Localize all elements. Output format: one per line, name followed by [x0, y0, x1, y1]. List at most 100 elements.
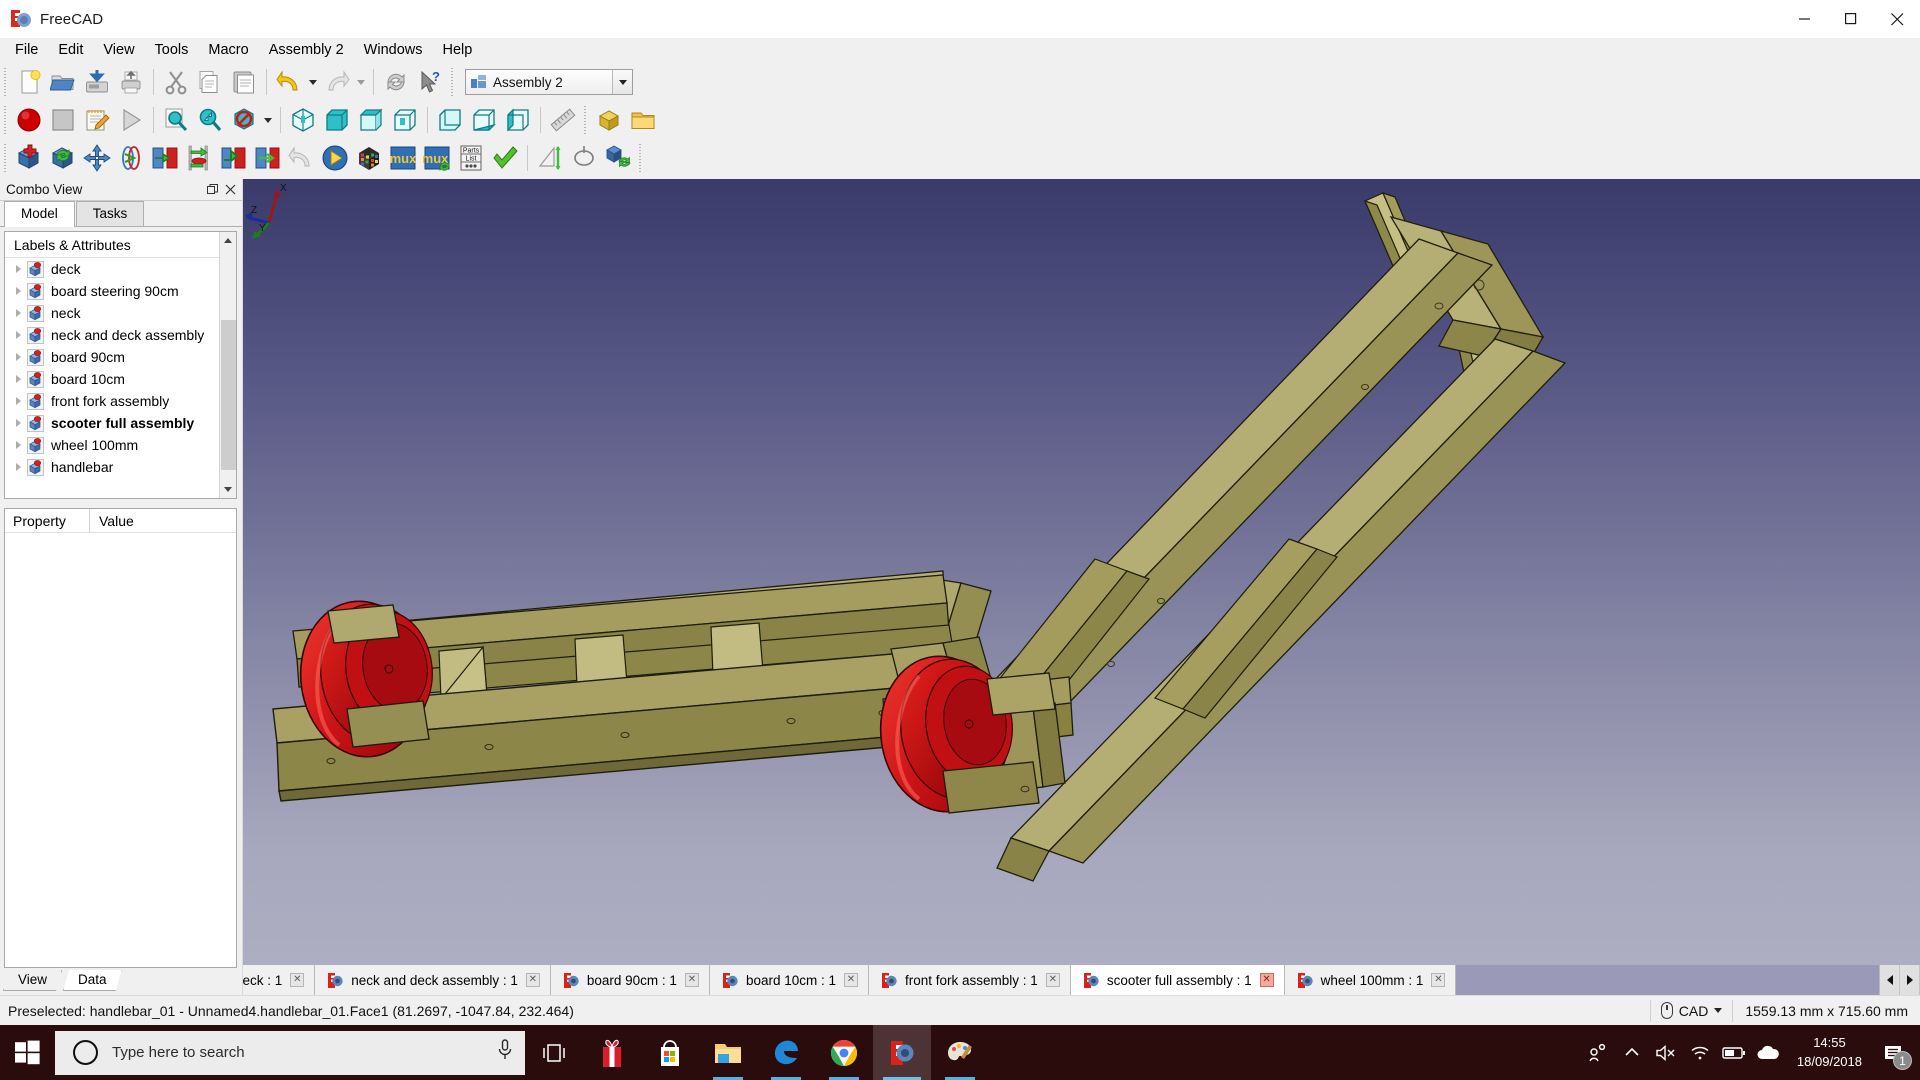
- close-button[interactable]: [1874, 0, 1920, 38]
- menu-macro[interactable]: Macro: [198, 39, 258, 62]
- clock[interactable]: 14:55 18/09/2018: [1785, 1034, 1874, 1072]
- toolbar-grip[interactable]: [2, 68, 9, 96]
- minimize-button[interactable]: [1782, 0, 1828, 38]
- tree-item[interactable]: board 10cm: [5, 368, 219, 390]
- close-panel-icon[interactable]: [221, 181, 239, 199]
- mux-assembly-icon[interactable]: mux: [386, 141, 420, 175]
- tree-item[interactable]: board 90cm: [5, 346, 219, 368]
- degrees-of-freedom-icon[interactable]: [352, 141, 386, 175]
- move-part-icon[interactable]: [80, 141, 114, 175]
- macro-edit-icon[interactable]: [80, 103, 114, 137]
- menu-edit[interactable]: Edit: [48, 39, 93, 62]
- print-document-icon[interactable]: [114, 65, 148, 99]
- top-view-icon[interactable]: [354, 103, 388, 137]
- float-panel-icon[interactable]: [203, 181, 221, 199]
- gift-box-icon[interactable]: [583, 1025, 641, 1080]
- redo-dropdown-arrow[interactable]: [354, 65, 368, 99]
- draft-snap-icon[interactable]: [567, 141, 601, 175]
- tab-scroll-right-icon[interactable]: [1900, 965, 1920, 995]
- tab-scroll-left-icon[interactable]: [1880, 965, 1900, 995]
- tree-item[interactable]: neck: [5, 302, 219, 324]
- draft-wire-icon[interactable]: [533, 141, 567, 175]
- macro-stop-icon[interactable]: [46, 103, 80, 137]
- refresh-icon[interactable]: [379, 65, 413, 99]
- copy-icon[interactable]: [193, 65, 227, 99]
- close-tab-icon[interactable]: ✕: [290, 973, 305, 987]
- tree-item[interactable]: front fork assembly: [5, 390, 219, 412]
- menu-windows[interactable]: Windows: [354, 39, 433, 62]
- draft-shape2d-icon[interactable]: [601, 141, 635, 175]
- redo-icon[interactable]: [320, 65, 354, 99]
- fit-selection-icon[interactable]: [193, 103, 227, 137]
- navigation-style-selector[interactable]: CAD: [1649, 999, 1733, 1022]
- close-tab-icon[interactable]: ✕: [1045, 973, 1060, 987]
- update-part-icon[interactable]: [46, 141, 80, 175]
- spherical-constraint-icon[interactable]: [216, 141, 250, 175]
- freecad-app-icon[interactable]: [873, 1025, 931, 1080]
- tree-item[interactable]: wheel 100mm: [5, 434, 219, 456]
- toolbar-grip[interactable]: [582, 106, 589, 134]
- tree-item[interactable]: board steering 90cm: [5, 280, 219, 302]
- tree-scroll-thumb[interactable]: [221, 320, 236, 470]
- undo-dropdown-arrow[interactable]: [306, 65, 320, 99]
- angle-constraint-icon[interactable]: [182, 141, 216, 175]
- workbench-selector[interactable]: Assembly 2: [465, 69, 633, 95]
- chrome-browser-icon[interactable]: [815, 1025, 873, 1080]
- onedrive-icon[interactable]: [1751, 1025, 1785, 1080]
- part-box-icon[interactable]: [592, 103, 626, 137]
- edge-browser-icon[interactable]: [757, 1025, 815, 1080]
- measure-icon[interactable]: [546, 103, 580, 137]
- rear-view-icon[interactable]: [433, 103, 467, 137]
- document-tab[interactable]: neck and deck assembly : 1 ✕: [315, 965, 551, 995]
- menu-tools[interactable]: Tools: [145, 39, 199, 62]
- close-tab-icon[interactable]: ✕: [684, 973, 699, 987]
- document-tab[interactable]: neck : 1 ✕: [243, 965, 316, 995]
- plane-constraint-icon[interactable]: [148, 141, 182, 175]
- macro-execute-icon[interactable]: [114, 103, 148, 137]
- import-part-icon[interactable]: [12, 141, 46, 175]
- point-identity-constraint-icon[interactable]: [250, 141, 284, 175]
- chevron-right-icon[interactable]: [9, 353, 27, 361]
- start-button[interactable]: [0, 1025, 55, 1080]
- chevron-right-icon[interactable]: [9, 287, 27, 295]
- tree-scroll-down-icon[interactable]: [219, 481, 236, 498]
- tree-scroll-up-icon[interactable]: [219, 232, 236, 249]
- tree-item[interactable]: deck: [5, 258, 219, 280]
- tab-view[interactable]: View: [3, 970, 62, 991]
- toolbar-grip[interactable]: [2, 144, 9, 172]
- mux-update-icon[interactable]: mux: [420, 141, 454, 175]
- document-tab[interactable]: wheel 100mm : 1 ✕: [1284, 965, 1457, 995]
- tree-item[interactable]: handlebar: [5, 456, 219, 478]
- menu-assembly2[interactable]: Assembly 2: [259, 39, 354, 62]
- tree-scrollbar[interactable]: [219, 232, 236, 498]
- parts-list-icon[interactable]: Parts List: [454, 141, 488, 175]
- wifi-icon[interactable]: [1683, 1025, 1717, 1080]
- search-input[interactable]: Type here to search: [55, 1030, 525, 1075]
- document-tab[interactable]: board 90cm : 1 ✕: [550, 965, 710, 995]
- paint-3d-icon[interactable]: [931, 1025, 989, 1080]
- undo-icon[interactable]: [272, 65, 306, 99]
- close-tab-icon[interactable]: ✕: [525, 973, 540, 987]
- chevron-right-icon[interactable]: [9, 441, 27, 449]
- chevron-right-icon[interactable]: [9, 375, 27, 383]
- workbench-dropdown-arrow[interactable]: [612, 70, 632, 94]
- file-explorer-icon[interactable]: [699, 1025, 757, 1080]
- tab-data[interactable]: Data: [63, 970, 122, 991]
- open-document-icon[interactable]: [46, 65, 80, 99]
- document-tab[interactable]: front fork assembly : 1 ✕: [869, 965, 1071, 995]
- toolbar-grip[interactable]: [2, 106, 9, 134]
- toolbar-grip[interactable]: [449, 68, 456, 96]
- chevron-right-icon[interactable]: [9, 309, 27, 317]
- undo-constraint-icon[interactable]: [284, 141, 318, 175]
- tab-tasks[interactable]: Tasks: [75, 201, 145, 226]
- microsoft-store-icon[interactable]: [641, 1025, 699, 1080]
- document-tab[interactable]: board 10cm : 1 ✕: [709, 965, 869, 995]
- document-tab[interactable]: scooter full assembly : 1 ✕: [1070, 965, 1285, 995]
- chevron-right-icon[interactable]: [9, 463, 27, 471]
- chevron-right-icon[interactable]: [9, 331, 27, 339]
- volume-muted-icon[interactable]: [1649, 1025, 1683, 1080]
- show-hidden-icons-icon[interactable]: [1615, 1025, 1649, 1080]
- toolbar-grip[interactable]: [637, 144, 644, 172]
- task-view-icon[interactable]: [525, 1025, 583, 1080]
- isometric-view-icon[interactable]: [286, 103, 320, 137]
